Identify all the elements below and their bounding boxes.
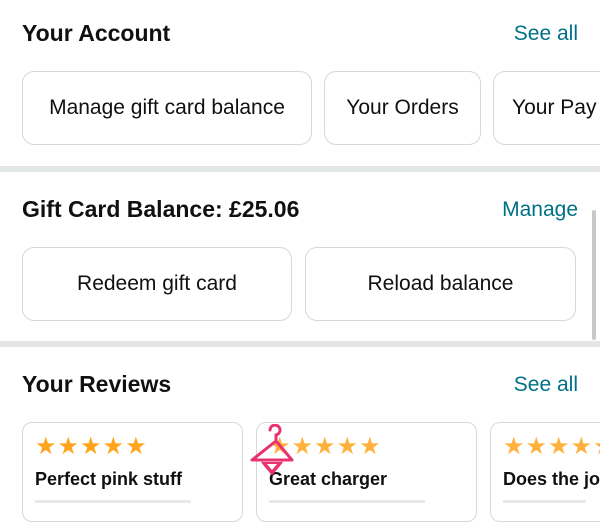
redeem-gift-card-button[interactable]: Redeem gift card <box>22 247 292 321</box>
star-icon: ★ <box>80 433 102 460</box>
gift-card-header: Gift Card Balance: £25.06 Manage <box>22 196 578 223</box>
review-title: Does the jo <box>503 469 600 489</box>
star-icon: ★ <box>525 433 548 460</box>
star-icon: ★ <box>336 433 359 460</box>
reviews-title: Your Reviews <box>22 371 172 397</box>
hanger-icon <box>246 423 298 485</box>
section-divider <box>0 341 600 347</box>
your-payments-button[interactable]: Your Pay <box>493 71 600 145</box>
account-header: Your Account See all <box>22 20 578 47</box>
redeem-gift-card-label: Redeem gift card <box>77 272 237 295</box>
reviews-see-all-link[interactable]: See all <box>514 373 578 397</box>
your-orders-button[interactable]: Your Orders <box>324 71 481 145</box>
star-icon: ★ <box>570 433 593 460</box>
review-title: Great charger <box>269 469 388 489</box>
account-title: Your Account <box>22 20 171 46</box>
manage-gift-card-balance-label: Manage gift card balance <box>49 96 285 119</box>
star-icon: ★ <box>125 433 147 460</box>
review-card[interactable]: ★ ★ ★ ★ ★ Perfect pink stuff <box>22 422 243 522</box>
star-icon: ★ <box>503 433 525 460</box>
reload-balance-label: Reload balance <box>367 272 514 295</box>
review-card[interactable]: ★ ★ ★ ★ ★ Does the jo <box>490 422 600 522</box>
your-orders-label: Your Orders <box>346 96 459 119</box>
star-icon: ★ <box>57 433 80 460</box>
star-icon: ★ <box>593 435 600 459</box>
star-rating: ★ ★ ★ ★ ★ <box>35 435 230 459</box>
gift-card-balance-title: Gift Card Balance: £25.06 <box>22 196 300 222</box>
star-icon: ★ <box>102 433 125 460</box>
star-icon: ★ <box>548 433 570 460</box>
reload-balance-button[interactable]: Reload balance <box>305 247 576 321</box>
star-rating: ★ ★ ★ ★ ★ <box>503 435 600 459</box>
account-see-all-link[interactable]: See all <box>514 22 578 46</box>
star-rating: ★ ★ ★ ★ ★ <box>269 435 464 459</box>
scrollbar[interactable] <box>592 210 596 340</box>
your-payments-label: Your Pay <box>512 96 597 119</box>
manage-link[interactable]: Manage <box>502 198 578 222</box>
star-icon: ★ <box>35 433 57 460</box>
manage-gift-card-balance-button[interactable]: Manage gift card balance <box>22 71 312 145</box>
reviews-header: Your Reviews See all <box>22 371 578 398</box>
review-title: Perfect pink stuff <box>35 469 183 489</box>
star-icon: ★ <box>359 433 381 460</box>
star-icon: ★ <box>314 433 336 460</box>
section-divider <box>0 166 600 172</box>
